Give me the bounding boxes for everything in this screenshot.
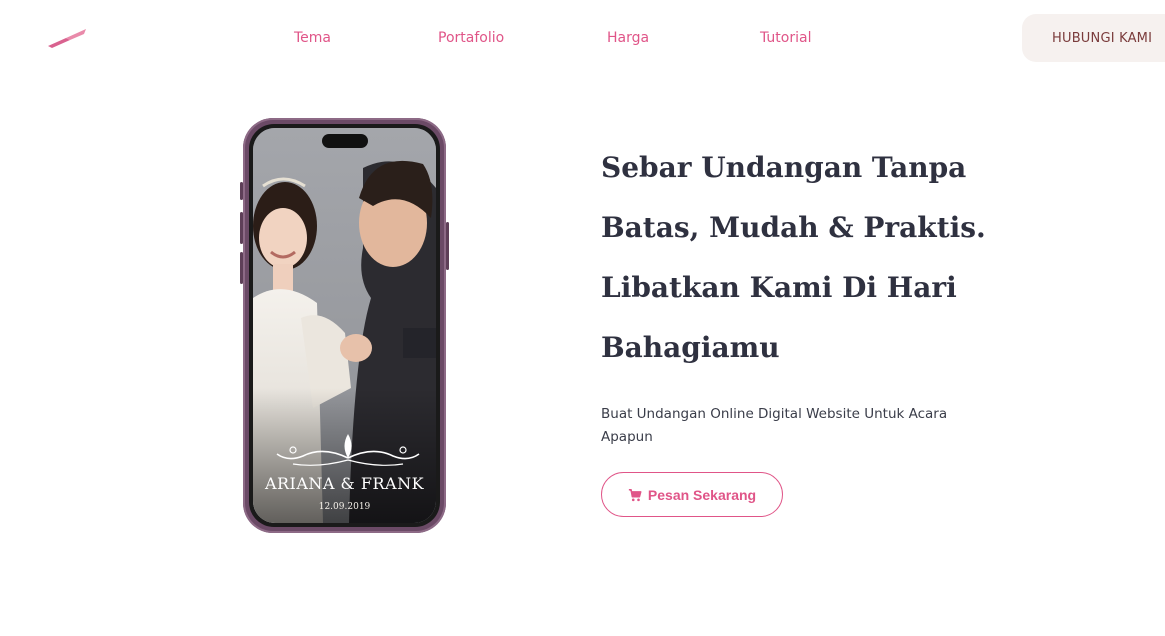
landing-page: Tema Portafolio Harga Tutorial HUBUNGI K… (0, 0, 1165, 636)
order-now-label: Pesan Sekarang (647, 486, 757, 503)
nav-link-tutorial[interactable]: Tutorial (760, 28, 811, 48)
hero-title: Sebar Undangan Tanpa Batas, Mudah & Prak… (601, 151, 986, 364)
main-nav: Tema Portafolio Harga Tutorial (0, 28, 1165, 48)
contact-us-button[interactable]: HUBUNGI KAMI (1022, 14, 1165, 62)
nav-link-portafolio[interactable]: Portafolio (438, 28, 504, 48)
order-now-button[interactable]: Pesan Sekarang (601, 472, 783, 517)
phone-bezel: ARIANA & FRANK 12.09.2019 (249, 124, 440, 527)
couple-name: ARIANA & FRANK (264, 474, 425, 493)
cart-icon (628, 488, 642, 501)
ornament-divider (276, 434, 420, 466)
hero-subtitle: Buat Undangan Online Digital Website Unt… (601, 406, 948, 445)
nav-link-harga[interactable]: Harga (607, 28, 649, 48)
contact-us-label: HUBUNGI KAMI (1052, 30, 1153, 46)
phone-side-button (240, 252, 243, 284)
phone-notch (321, 134, 368, 148)
phone-screen: ARIANA & FRANK 12.09.2019 (253, 128, 436, 523)
phone-side-button (446, 222, 449, 270)
phone-mockup: ARIANA & FRANK 12.09.2019 (240, 118, 449, 533)
phone-side-button (240, 182, 243, 200)
nav-link-tema[interactable]: Tema (294, 28, 331, 48)
phone-side-button (240, 212, 243, 244)
wedding-date: 12.09.2019 (318, 502, 371, 512)
